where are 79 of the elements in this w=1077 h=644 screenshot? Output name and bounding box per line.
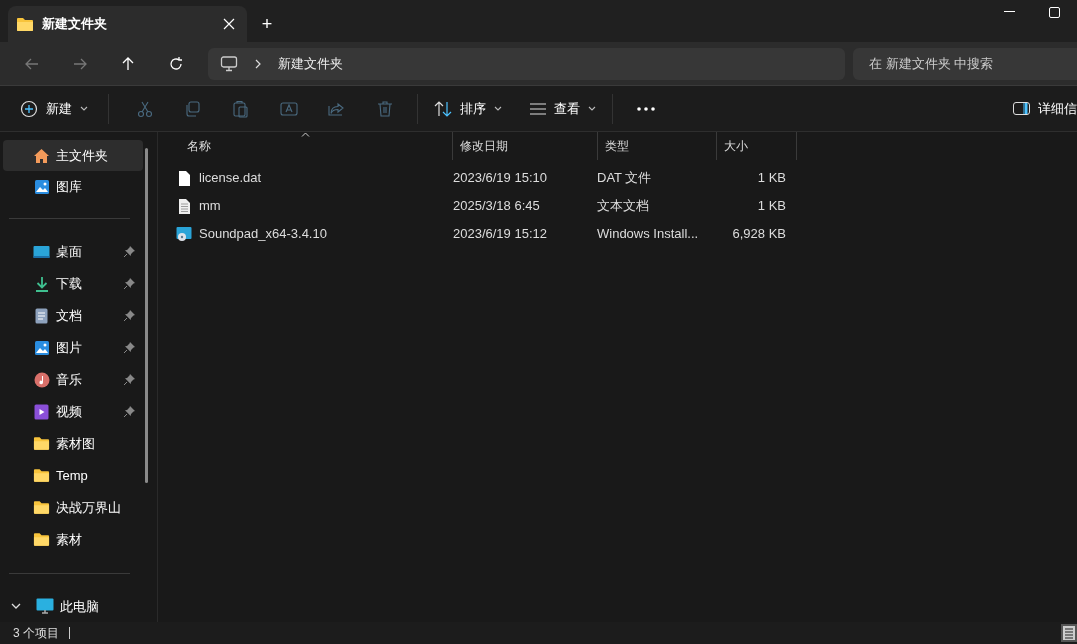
text-file-icon — [176, 197, 193, 215]
picture-icon — [33, 179, 50, 195]
sidebar-item[interactable]: 视频 — [3, 395, 143, 428]
file-name[interactable]: license.dat — [199, 168, 262, 188]
refresh-icon — [168, 55, 184, 72]
folder-icon — [33, 436, 50, 452]
tab-title: 新建文件夹 — [42, 15, 108, 34]
sort-arrows-icon — [434, 100, 452, 117]
column-header[interactable]: 类型 — [598, 132, 717, 160]
video-icon — [33, 403, 50, 420]
document-icon — [33, 307, 50, 324]
table-cell-text: 文本文档 — [597, 197, 650, 216]
table-cell-text: 1 KB — [756, 169, 786, 188]
file-name[interactable]: Soundpad_x64-3.4.10 — [199, 224, 327, 244]
sort-button[interactable]: 排序 — [426, 92, 510, 125]
table-cell-text: 2023/6/19 15:10 — [453, 169, 548, 188]
column-header[interactable]: 名称 — [180, 132, 453, 160]
new-button[interactable]: 新建 — [12, 92, 96, 125]
sidebar-item[interactable]: 素材 — [3, 523, 143, 556]
sort-ascending-icon — [301, 132, 310, 137]
table-cell-text: 6,928 KB — [731, 225, 786, 244]
chevron-down-icon — [588, 105, 596, 112]
more-options-icon — [637, 106, 655, 111]
paste-icon — [232, 99, 250, 118]
picture-icon — [33, 339, 50, 356]
plus-circle-icon — [20, 99, 38, 118]
table-cell-text: Windows Install... — [597, 225, 700, 244]
chevron-down-icon — [80, 105, 88, 112]
close-icon — [223, 18, 235, 30]
table-cell-text: 2023/6/19 15:12 — [453, 225, 548, 244]
file-name[interactable]: mm — [199, 196, 221, 216]
address-bar[interactable]: 新建文件夹 — [208, 47, 845, 80]
window-tab[interactable]: 新建文件夹 — [8, 6, 247, 42]
folder-icon — [33, 532, 50, 548]
sidebar-item[interactable]: 下载 — [3, 267, 143, 300]
desktop-icon — [33, 244, 50, 259]
monitor-icon — [36, 598, 54, 615]
computer-icon — [220, 55, 238, 72]
cut-icon — [136, 99, 154, 118]
search-field[interactable]: 在 新建文件夹 中搜索 — [853, 47, 1077, 80]
folder-icon — [33, 468, 50, 484]
sidebar-item[interactable]: 素材图 — [3, 427, 143, 460]
details-pane-icon — [1013, 102, 1030, 115]
table-cell-text: 1 KB — [756, 197, 786, 216]
table-cell-text: 2025/3/18 6:45 — [453, 197, 541, 216]
minimize-icon — [1004, 11, 1015, 13]
maximize-icon — [1049, 6, 1060, 18]
breadcrumb-item[interactable]: 新建文件夹 — [278, 53, 343, 74]
sidebar-item[interactable]: 图片 — [3, 331, 143, 364]
sidebar-item[interactable]: 桌面 — [3, 235, 143, 268]
column-header[interactable]: 修改日期 — [453, 132, 598, 160]
copy-icon — [184, 99, 202, 118]
column-header[interactable]: 大小 — [717, 132, 797, 160]
delete-icon — [376, 99, 394, 118]
installer-icon — [176, 226, 193, 242]
sidebar-item[interactable]: 文档 — [3, 299, 143, 332]
sidebar-item[interactable]: 主文件夹 — [3, 140, 143, 172]
view-button[interactable]: 查看 — [522, 92, 604, 125]
folder-icon — [16, 16, 34, 32]
sidebar-item[interactable]: 决战万界山 — [3, 491, 143, 524]
sidebar-item[interactable]: 图库 — [3, 171, 143, 203]
sidebar-item[interactable]: 此电脑 — [0, 590, 157, 622]
chevron-right-icon — [254, 58, 262, 69]
sidebar-item[interactable]: Temp — [3, 459, 143, 492]
music-note-icon — [33, 371, 50, 388]
folder-icon — [33, 500, 50, 516]
up-arrow-icon — [120, 55, 136, 72]
sidebar-item[interactable]: 音乐 — [3, 363, 143, 396]
details-pane-button[interactable]: 详细信 — [1005, 92, 1077, 125]
home-icon — [33, 147, 50, 164]
list-icon — [530, 102, 546, 115]
table-cell-text: DAT 文件 — [597, 169, 653, 188]
new-tab-button[interactable]: + — [247, 6, 287, 42]
scrollbar-thumb[interactable] — [145, 148, 148, 483]
download-icon — [33, 275, 50, 292]
chevron-down-icon — [494, 105, 502, 112]
item-count: 3 个项目 — [13, 625, 59, 642]
file-icon — [176, 169, 193, 187]
rename-icon — [280, 99, 298, 118]
